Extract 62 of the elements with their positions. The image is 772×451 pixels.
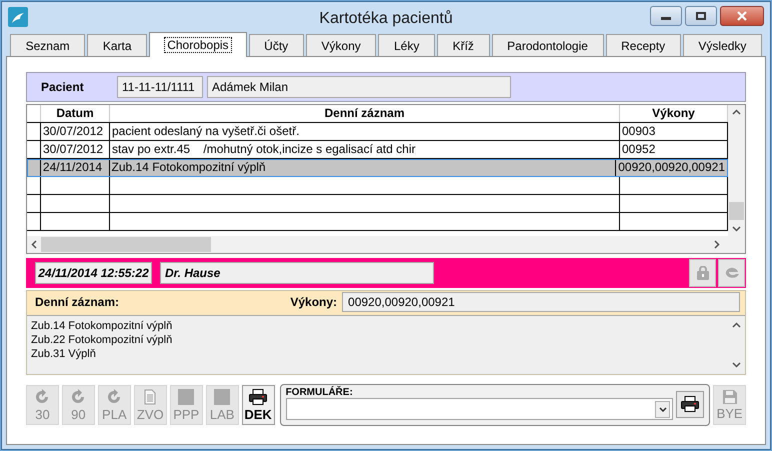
table-cell: Zub.14 Fotokompozitní výplň (110, 159, 616, 176)
print-button[interactable] (676, 390, 704, 418)
document-icon (144, 388, 156, 404)
entry-line: Zub.22 Fotokompozitní výplň (31, 333, 174, 347)
tab[interactable]: Seznam (10, 34, 86, 56)
lock-icon (696, 266, 708, 280)
minimize-button[interactable] (650, 6, 682, 26)
table-cell: 30/07/2012 (41, 141, 110, 158)
tab[interactable]: Účty (248, 34, 304, 56)
app-logo-icon (8, 6, 28, 26)
tab[interactable]: Chorobopis (149, 32, 247, 57)
table-cell: 30/07/2012 (41, 123, 110, 140)
table-row[interactable]: 30/07/2012 pacient odeslaný na vyšetř.či ošetř. 00903 (27, 123, 728, 141)
entry-text-area[interactable]: Zub.14 Fotokompozitní výplň Zub.22 Fotokompozitní výplň Zub.31 Výplň (27, 315, 745, 374)
refresh-icon (34, 388, 50, 404)
printer-icon (249, 388, 268, 404)
refresh-icon (70, 388, 86, 404)
column-header: Denní záznam (110, 105, 620, 122)
doctor-field: Dr. Hause (160, 262, 434, 284)
tab[interactable]: Recepty (606, 34, 681, 56)
table-row[interactable]: 24/11/2014 Zub.14 Fotokompozitní výplň 00920,00920,00921 (27, 159, 728, 177)
swoosh-icon (724, 266, 740, 280)
column-header: Datum (41, 105, 110, 122)
printer-icon (681, 396, 700, 412)
table-cell: pacient odeslaný na vyšetř.či ošetř. (110, 123, 620, 140)
chevron-down-icon[interactable] (732, 226, 741, 232)
square-icon (178, 388, 194, 404)
maximize-button[interactable] (685, 6, 717, 26)
close-icon (737, 10, 747, 20)
chevron-left-icon[interactable] (31, 240, 37, 249)
table-cell: 24/11/2014 (40, 159, 110, 176)
chevron-up-icon[interactable] (732, 109, 741, 115)
chevron-right-icon[interactable] (714, 240, 720, 249)
toolbar-button[interactable]: DEK (242, 385, 275, 425)
square-icon (214, 388, 230, 404)
patient-label: Pacient (41, 79, 85, 96)
tab[interactable]: Kříž (436, 34, 490, 56)
window-title: Kartotéka pacientů (319, 9, 453, 29)
scrollbar-thumb[interactable] (41, 237, 211, 252)
chevron-down-icon[interactable] (732, 362, 741, 368)
scrollbar-thumb[interactable] (729, 202, 744, 220)
tab[interactable]: Výsledky (682, 34, 762, 56)
tab[interactable]: Parodontologie (492, 34, 604, 56)
entry-label: Denní záznam: (35, 294, 120, 311)
tab[interactable]: Výkony (306, 34, 376, 56)
entry-line: Zub.31 Výplň (31, 347, 97, 361)
entry-line: Zub.14 Fotokompozitní výplň (31, 319, 174, 333)
tab[interactable]: Karta (87, 34, 148, 56)
vertical-scrollbar[interactable] (728, 105, 745, 236)
chevron-down-icon (658, 406, 667, 412)
patient-name-field: Adámek Milan (207, 76, 511, 98)
timestamp-field: 24/11/2014 12:55:22 (35, 262, 152, 284)
refresh-icon (106, 388, 122, 404)
horizontal-scrollbar[interactable] (27, 236, 745, 253)
patient-id-field: 11-11-11/1111 (117, 76, 203, 98)
close-button[interactable] (720, 6, 764, 26)
forms-label: FORMULÁŘE: (286, 387, 354, 398)
tab[interactable]: Léky (378, 34, 435, 56)
procedures-field: 00920,00920,00921 (342, 292, 740, 312)
table-cell: stav po extr.45 /mohutný otok,incize s egalisací atd chir (110, 141, 620, 158)
procedures-label: Výkony: (290, 294, 338, 311)
chevron-up-icon[interactable] (732, 322, 741, 328)
